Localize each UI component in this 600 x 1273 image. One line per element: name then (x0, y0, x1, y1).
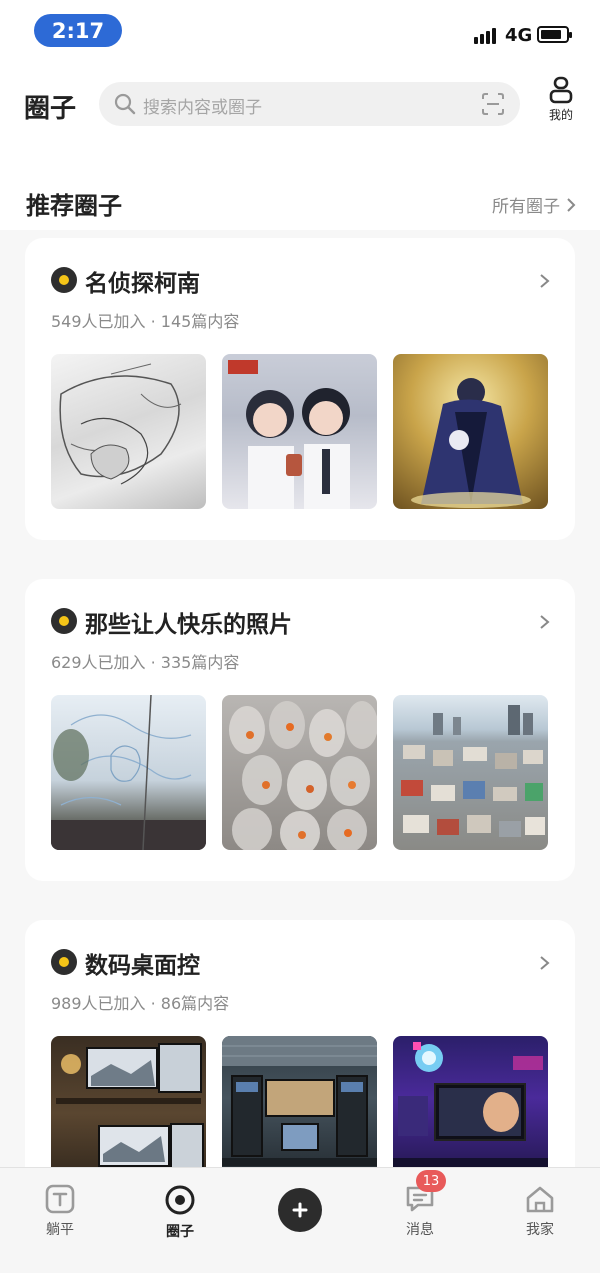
circle-name: 那些让人快乐的照片 (85, 612, 292, 638)
desk-monitors-image[interactable] (51, 1036, 206, 1167)
nav-label: 圈子 (166, 1224, 194, 1240)
add-button[interactable] (278, 1188, 322, 1232)
battery-icon (537, 26, 572, 43)
vinyl-icon (51, 267, 77, 293)
tangping-icon (45, 1184, 75, 1214)
goldfish-bags-image[interactable] (222, 695, 377, 850)
manga-sketch-image[interactable] (51, 354, 206, 509)
page-title: 圈子 (24, 94, 77, 124)
circle-name: 数码桌面控 (85, 953, 200, 979)
signal-icon (474, 26, 496, 44)
city-aerial-image[interactable] (393, 695, 548, 850)
nav-tangping[interactable]: 躺平 (20, 1184, 100, 1239)
section-header: 推荐圈子 所有圈子 (0, 160, 600, 230)
circle-card[interactable]: 数码桌面控 989人已加入 · 86篇内容 (25, 920, 575, 1167)
section-title: 推荐圈子 (26, 192, 122, 220)
desk-setup-image[interactable] (222, 1036, 377, 1167)
circle-images (51, 1036, 548, 1167)
vinyl-icon (51, 608, 77, 634)
bottom-nav: 躺平 圈子 13 消息 我家 (0, 1167, 600, 1273)
circle-images (51, 354, 548, 509)
search-placeholder: 搜索内容或圈子 (143, 98, 262, 118)
circle-card-header: 那些让人快乐的照片 (51, 605, 551, 639)
circle-feed: 名侦探柯南 549人已加入 · 145篇内容 那些让人快乐的照片 629人已加入… (0, 230, 600, 1167)
nav-label: 消息 (406, 1222, 434, 1238)
search-icon (114, 93, 136, 115)
status-bar: 2:17 4G (0, 0, 600, 60)
caped-character-image[interactable] (393, 354, 548, 509)
message-badge: 13 (416, 1170, 446, 1192)
circle-card[interactable]: 那些让人快乐的照片 629人已加入 · 335篇内容 (25, 579, 575, 881)
status-time: 2:17 (34, 14, 122, 47)
network-type: 4G (505, 25, 533, 46)
circle-images (51, 695, 548, 850)
user-icon (549, 76, 573, 104)
nav-home[interactable]: 我家 (500, 1184, 580, 1239)
circle-card[interactable]: 名侦探柯南 549人已加入 · 145篇内容 (25, 238, 575, 540)
home-icon (526, 1186, 554, 1213)
all-circles-label: 所有圈子 (492, 197, 560, 217)
add-icon (292, 1202, 308, 1218)
chevron-right-icon[interactable] (537, 950, 553, 976)
nav-label: 躺平 (46, 1222, 74, 1238)
profile-label: 我的 (548, 108, 573, 122)
all-circles-link[interactable]: 所有圈子 (492, 192, 576, 217)
nav-circles[interactable]: 圈子 (140, 1184, 220, 1241)
circle-card-header: 数码桌面控 (51, 946, 551, 980)
scan-icon[interactable] (480, 91, 506, 117)
circle-card-header: 名侦探柯南 (51, 264, 551, 298)
window-drawing-image[interactable] (51, 695, 206, 850)
anime-couple-image[interactable] (222, 354, 377, 509)
chevron-right-icon[interactable] (537, 268, 553, 294)
circle-meta: 629人已加入 · 335篇内容 (51, 653, 240, 672)
circle-meta: 549人已加入 · 145篇内容 (51, 312, 240, 331)
nav-messages[interactable]: 13 消息 (380, 1170, 460, 1239)
search-input[interactable]: 搜索内容或圈子 (99, 82, 520, 126)
circle-name: 名侦探柯南 (85, 271, 200, 297)
profile-button[interactable]: 我的 (540, 76, 582, 130)
circle-icon (165, 1185, 195, 1215)
header: 圈子 搜索内容或圈子 我的 (0, 60, 600, 160)
neon-desk-image[interactable] (393, 1036, 548, 1167)
nav-label: 我家 (526, 1222, 554, 1238)
chevron-right-icon (567, 197, 576, 212)
circle-meta: 989人已加入 · 86篇内容 (51, 994, 230, 1013)
vinyl-icon (51, 949, 77, 975)
chevron-right-icon[interactable] (537, 609, 553, 635)
